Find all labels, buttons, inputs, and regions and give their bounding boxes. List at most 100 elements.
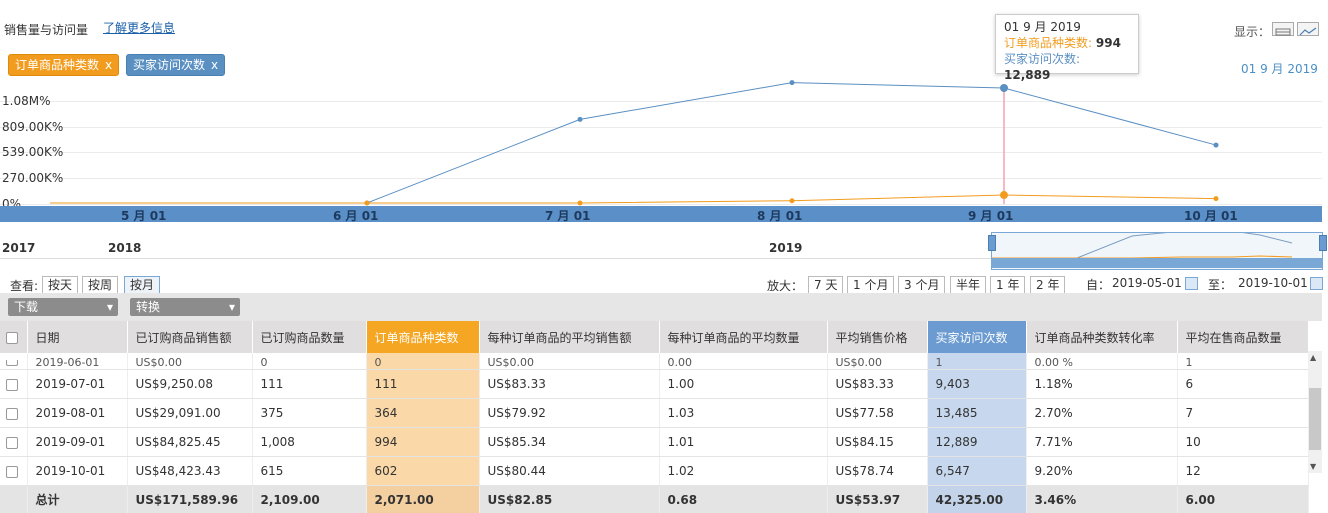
to-label: 至： bbox=[1208, 276, 1232, 293]
chevron-down-icon: ▾ bbox=[229, 298, 235, 316]
tooltip-orders: 订单商品种类数: 994 bbox=[1004, 35, 1130, 51]
zoom-1m-button[interactable]: 1 个月 bbox=[847, 276, 894, 294]
column-header[interactable]: 每种订单商品的平均数量 bbox=[659, 321, 827, 353]
y-tick-label: 1.08M% bbox=[2, 94, 50, 108]
zoom-2y-button[interactable]: 2 年 bbox=[1030, 276, 1065, 294]
column-header[interactable]: 日期 bbox=[27, 321, 127, 353]
table-cell: 2019-07-01 bbox=[27, 370, 127, 399]
convert-select[interactable]: 转换▾ bbox=[130, 298, 240, 316]
table-cell: 375 bbox=[252, 399, 366, 428]
navigator-scrollbar[interactable] bbox=[991, 258, 1322, 268]
table-cell: 2019-08-01 bbox=[27, 399, 127, 428]
total-cell: 3.46% bbox=[1026, 486, 1177, 513]
table-cell: 1 bbox=[927, 353, 1026, 370]
table-cell: 0.00 bbox=[659, 353, 827, 370]
x-tick-label: 6 月 01 bbox=[333, 207, 378, 224]
navigator-left-handle[interactable] bbox=[988, 235, 996, 251]
zoom-half-year-button[interactable]: 半年 bbox=[950, 276, 986, 294]
table-row[interactable]: 2019-07-01US$9,250.08111111US$83.331.00U… bbox=[0, 370, 1308, 399]
table-cell: 1,008 bbox=[252, 428, 366, 457]
table-cell: 1.18% bbox=[1026, 370, 1177, 399]
table-row: 2019-06-01 US$0.00 0 0 US$0.00 0.00 US$0… bbox=[0, 353, 1308, 370]
table-cell: US$78.74 bbox=[827, 457, 927, 486]
view-by-week-button[interactable]: 按周 bbox=[82, 276, 118, 294]
row-checkbox[interactable] bbox=[0, 428, 27, 457]
data-point[interactable] bbox=[578, 201, 583, 206]
x-tick-label: 5 月 01 bbox=[121, 207, 166, 224]
data-point[interactable] bbox=[790, 198, 795, 203]
data-point[interactable] bbox=[365, 201, 370, 206]
row-checkbox[interactable] bbox=[0, 353, 27, 370]
view-by-day-button[interactable]: 按天 bbox=[42, 276, 78, 294]
column-header[interactable]: 平均在售商品数量 bbox=[1177, 321, 1308, 353]
total-cell: 2,109.00 bbox=[252, 486, 366, 513]
series-line bbox=[50, 195, 1216, 203]
column-header[interactable]: 已订购商品数量 bbox=[252, 321, 366, 353]
table-cell: US$84.15 bbox=[827, 428, 927, 457]
column-header[interactable]: 每种订单商品的平均销售额 bbox=[479, 321, 659, 353]
table-cell: US$77.58 bbox=[827, 399, 927, 428]
table-view-icon[interactable] bbox=[1272, 22, 1294, 36]
table-cell: US$0.00 bbox=[479, 353, 659, 370]
download-select[interactable]: 下载▾ bbox=[8, 298, 118, 316]
x-tick-label: 8 月 01 bbox=[757, 207, 802, 224]
table-cell: 111 bbox=[252, 370, 366, 399]
table-cell: US$0.00 bbox=[827, 353, 927, 370]
display-label: 显示： bbox=[1234, 23, 1270, 40]
row-checkbox[interactable] bbox=[0, 370, 27, 399]
from-date-input[interactable]: 2019-05-01 bbox=[1112, 276, 1182, 290]
data-point[interactable] bbox=[1000, 84, 1008, 92]
column-header[interactable]: 平均销售价格 bbox=[827, 321, 927, 353]
table-cell: US$48,423.43 bbox=[127, 457, 252, 486]
table-row[interactable]: 2019-10-01US$48,423.43615602US$80.441.02… bbox=[0, 457, 1308, 486]
zoom-label: 放大： bbox=[767, 277, 803, 294]
navigator-baseline bbox=[0, 258, 991, 259]
scroll-down-icon[interactable]: ▼ bbox=[1310, 462, 1316, 471]
table-cell: 1.01 bbox=[659, 428, 827, 457]
chart-view-icon[interactable] bbox=[1297, 22, 1319, 36]
y-tick-label: 270.00K% bbox=[2, 171, 63, 185]
column-header[interactable]: 订单商品种类数转化率 bbox=[1026, 321, 1177, 353]
scroll-up-icon[interactable]: ▲ bbox=[1310, 353, 1316, 362]
data-point[interactable] bbox=[578, 117, 583, 122]
zoom-3m-button[interactable]: 3 个月 bbox=[898, 276, 945, 294]
table-cell: 10 bbox=[1177, 428, 1308, 457]
data-point[interactable] bbox=[790, 80, 795, 85]
table-row[interactable]: 2019-09-01US$84,825.451,008994US$85.341.… bbox=[0, 428, 1308, 457]
data-point[interactable] bbox=[1214, 196, 1219, 201]
navigator-right-handle[interactable] bbox=[1319, 235, 1327, 251]
table-cell: 7 bbox=[1177, 399, 1308, 428]
total-cell: US$82.85 bbox=[479, 486, 659, 513]
data-point[interactable] bbox=[1214, 143, 1219, 148]
table-cell: 364 bbox=[366, 399, 479, 428]
y-tick-label: 539.00K% bbox=[2, 145, 63, 159]
calendar-icon[interactable] bbox=[1310, 277, 1323, 290]
data-point[interactable] bbox=[1000, 191, 1008, 199]
view-by-month-button[interactable]: 按月 bbox=[124, 276, 160, 294]
table-cell: US$80.44 bbox=[479, 457, 659, 486]
zoom-1y-button[interactable]: 1 年 bbox=[990, 276, 1025, 294]
chevron-down-icon: ▾ bbox=[107, 298, 113, 316]
zoom-7d-button[interactable]: 7 天 bbox=[808, 276, 843, 294]
row-checkbox[interactable] bbox=[0, 399, 27, 428]
column-header[interactable]: 已订购商品销售额 bbox=[127, 321, 252, 353]
table-header-row: 日期 已订购商品销售额 已订购商品数量 订单商品种类数 每种订单商品的平均销售额… bbox=[0, 321, 1308, 353]
table-cell: US$85.34 bbox=[479, 428, 659, 457]
table-cell: 0 bbox=[366, 353, 479, 370]
table-cell: 13,485 bbox=[927, 399, 1026, 428]
line-chart[interactable]: 1.08M%809.00K%539.00K%270.00K%0% bbox=[0, 68, 1322, 208]
calendar-icon[interactable] bbox=[1185, 277, 1198, 290]
table-cell: US$29,091.00 bbox=[127, 399, 252, 428]
table-scrollbar-thumb[interactable] bbox=[1309, 388, 1321, 450]
learn-more-link[interactable]: 了解更多信息 bbox=[103, 19, 175, 36]
to-date-input[interactable]: 2019-10-01 bbox=[1238, 276, 1308, 290]
x-tick-label: 10 月 01 bbox=[1184, 207, 1238, 224]
year-label: 2018 bbox=[108, 241, 141, 255]
select-all-checkbox[interactable] bbox=[0, 321, 27, 353]
row-checkbox[interactable] bbox=[0, 457, 27, 486]
table-row[interactable]: 2019-08-01US$29,091.00375364US$79.921.03… bbox=[0, 399, 1308, 428]
table-cell: US$0.00 bbox=[127, 353, 252, 370]
column-header[interactable]: 订单商品种类数 bbox=[366, 321, 479, 353]
table-cell: US$84,825.45 bbox=[127, 428, 252, 457]
column-header[interactable]: 买家访问次数 bbox=[927, 321, 1026, 353]
